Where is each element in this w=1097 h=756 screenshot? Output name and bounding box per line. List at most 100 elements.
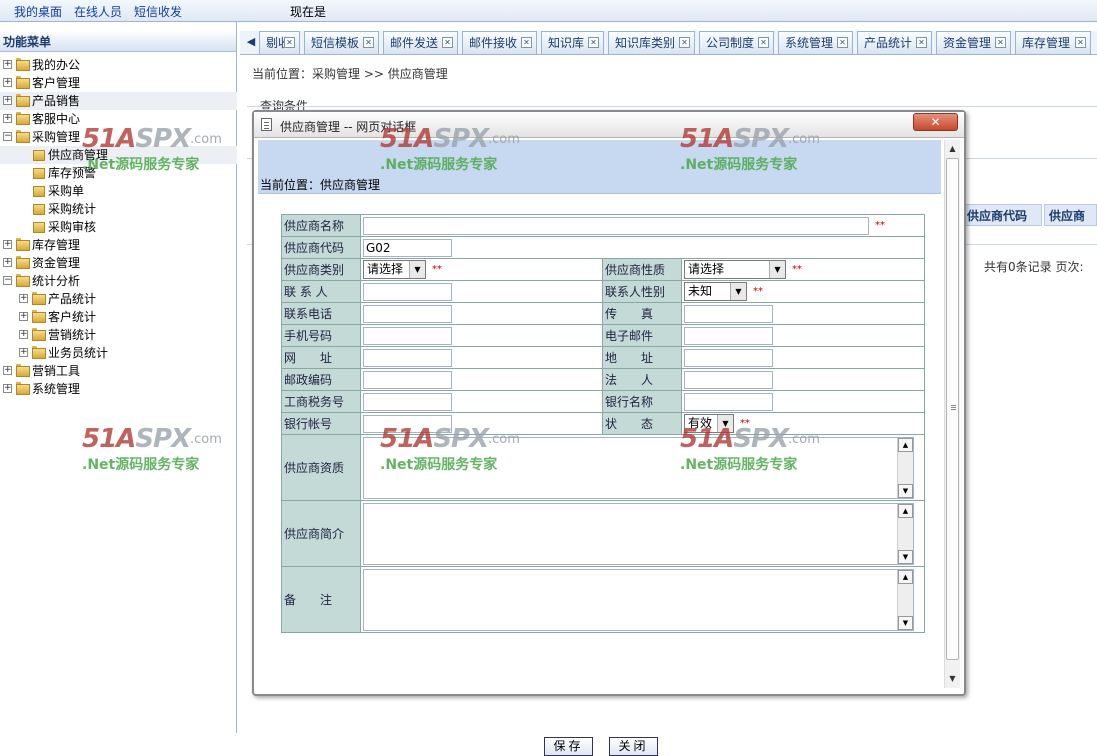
mobile-input[interactable] — [363, 326, 452, 345]
tab-item[interactable]: 剔收 ✕ — [259, 31, 300, 54]
website-input[interactable] — [363, 348, 452, 367]
menu-item-product-stats[interactable]: + 产品统计 — [0, 290, 237, 308]
scroll-thumb[interactable] — [946, 158, 959, 660]
menu-item-salesman-stats[interactable]: + 业务员统计 — [0, 344, 237, 362]
column-header-supplier-name[interactable]: 供应商 — [1044, 204, 1097, 226]
menu-item-marketing-stats[interactable]: + 营销统计 — [0, 326, 237, 344]
menu-item-sales[interactable]: + 产品销售 — [0, 92, 237, 110]
tab-scroll-left-icon[interactable]: ◀ — [243, 33, 259, 51]
scroll-down-icon[interactable]: ▼ — [898, 483, 913, 498]
tax-number-input[interactable] — [363, 392, 452, 411]
menu-item-stock[interactable]: + 库存管理 — [0, 236, 237, 254]
menu-item-purchase-order[interactable]: 采购单 — [0, 182, 237, 200]
supplier-type-select[interactable]: 请选择 ▼ — [363, 260, 426, 279]
dialog-close-icon[interactable]: ✕ — [913, 113, 958, 131]
menu-item-marketing-tools[interactable]: + 营销工具 — [0, 362, 237, 380]
expand-icon[interactable]: + — [19, 330, 28, 339]
expand-icon[interactable]: + — [3, 114, 12, 123]
menu-item-purchase-stats[interactable]: 采购统计 — [0, 200, 237, 218]
tab-close-icon[interactable]: ✕ — [758, 37, 769, 48]
scroll-up-icon[interactable]: ▲ — [945, 142, 960, 156]
dialog-title-bar[interactable]: 供应商管理 -- 网页对话框 ✕ — [254, 112, 964, 138]
menu-item-system[interactable]: + 系统管理 — [0, 380, 237, 398]
qualification-textarea[interactable]: ▲ ▼ — [363, 436, 914, 499]
expand-icon[interactable]: + — [3, 96, 12, 105]
scroll-down-icon[interactable]: ▼ — [898, 549, 913, 564]
scroll-up-icon[interactable]: ▲ — [898, 437, 913, 452]
bank-account-input[interactable] — [363, 414, 452, 433]
tab-close-icon[interactable]: ✕ — [679, 37, 690, 48]
menu-item-customer-stats[interactable]: + 客户统计 — [0, 308, 237, 326]
tab-item[interactable]: 库存管理 ✕ — [1015, 31, 1091, 54]
supplier-code-input[interactable] — [363, 238, 452, 257]
menu-item-purchase-audit[interactable]: 采购审核 — [0, 218, 237, 236]
tab-item[interactable]: 邮件接收 ✕ — [462, 31, 537, 54]
postcode-input[interactable] — [363, 370, 452, 389]
menu-item-stock-alert[interactable]: 库存预警 — [0, 164, 237, 182]
collapse-icon[interactable]: − — [3, 276, 12, 285]
save-button[interactable]: 保存 — [544, 737, 593, 756]
menu-item-service[interactable]: + 客服中心 — [0, 110, 237, 128]
supplier-nature-select[interactable]: 请选择 ▼ — [684, 260, 786, 279]
folder-icon — [33, 204, 45, 215]
tab-close-icon[interactable]: ✕ — [995, 37, 1006, 48]
tab-close-icon[interactable]: ✕ — [1075, 37, 1086, 48]
close-button[interactable]: 关闭 — [609, 737, 658, 756]
intro-textarea[interactable]: ▲ ▼ — [363, 502, 914, 565]
tab-close-icon[interactable]: ✕ — [521, 37, 532, 48]
contact-input[interactable] — [363, 282, 452, 301]
remark-textarea[interactable]: ▲ ▼ — [363, 568, 914, 631]
status-select[interactable]: 有效 ▼ — [684, 414, 734, 433]
tab-close-icon[interactable]: ✕ — [284, 37, 295, 48]
collapse-icon[interactable]: − — [3, 132, 12, 141]
email-input[interactable] — [684, 326, 773, 345]
phone-input[interactable] — [363, 304, 452, 323]
tab-item[interactable]: 产品统计 ✕ — [857, 31, 932, 54]
menu-item-supplier-management[interactable]: 供应商管理 — [0, 146, 237, 164]
tab-item[interactable]: 系统管理 ✕ — [778, 31, 853, 54]
my-desktop-link[interactable]: 我的桌面 — [14, 3, 62, 20]
menu-item-purchase[interactable]: − 采购管理 — [0, 128, 237, 146]
address-input[interactable] — [684, 348, 773, 367]
tab-close-icon[interactable]: ✕ — [837, 37, 848, 48]
tab-item[interactable]: 短信模板 ✕ — [304, 31, 379, 54]
expand-icon[interactable]: + — [3, 384, 12, 393]
tab-item[interactable]: 邮件发送 ✕ — [383, 31, 458, 54]
expand-icon[interactable]: + — [19, 348, 28, 357]
expand-icon[interactable]: + — [3, 78, 12, 87]
tab-close-icon[interactable]: ✕ — [442, 37, 453, 48]
scroll-up-icon[interactable]: ▲ — [898, 503, 913, 518]
menu-item-analysis[interactable]: − 统计分析 — [0, 272, 237, 290]
tab-item[interactable]: 公司制度 ✕ — [699, 31, 774, 54]
tab-item[interactable]: 知识库 ✕ — [541, 31, 604, 54]
menu-item-funds[interactable]: + 资金管理 — [0, 254, 237, 272]
menu-item-my-office[interactable]: + 我的办公 — [0, 56, 237, 74]
legal-person-input[interactable] — [684, 370, 773, 389]
expand-icon[interactable]: + — [19, 312, 28, 321]
expand-icon[interactable]: + — [3, 258, 12, 267]
tab-close-icon[interactable]: ✕ — [363, 37, 374, 48]
menu-item-customer[interactable]: + 客户管理 — [0, 74, 237, 92]
expand-icon[interactable]: + — [3, 366, 12, 375]
scroll-up-icon[interactable]: ▲ — [898, 569, 913, 584]
tab-item[interactable]: 知识库类别 ✕ — [608, 31, 695, 54]
expand-icon[interactable]: + — [19, 294, 28, 303]
supplier-name-input[interactable] — [363, 216, 869, 235]
online-users-link[interactable]: 在线人员 — [74, 3, 122, 20]
scrollbar[interactable]: ▲ ▼ — [897, 503, 913, 564]
fax-input[interactable] — [684, 304, 773, 323]
tab-close-icon[interactable]: ✕ — [588, 37, 599, 48]
scrollbar[interactable]: ▲ ▼ — [897, 569, 913, 630]
dialog-scrollbar[interactable]: ▲ ▼ — [944, 140, 960, 688]
column-header-supplier-code[interactable]: 供应商代码 — [962, 204, 1042, 226]
scroll-down-icon[interactable]: ▼ — [898, 615, 913, 630]
sms-link[interactable]: 短信收发 — [134, 3, 182, 20]
contact-gender-select[interactable]: 未知 ▼ — [684, 282, 747, 301]
expand-icon[interactable]: + — [3, 240, 12, 249]
scrollbar[interactable]: ▲ ▼ — [897, 437, 913, 498]
scroll-down-icon[interactable]: ▼ — [945, 672, 960, 686]
expand-icon[interactable]: + — [3, 60, 12, 69]
tab-close-icon[interactable]: ✕ — [916, 37, 927, 48]
bank-name-input[interactable] — [684, 392, 773, 411]
tab-item[interactable]: 资金管理 ✕ — [936, 31, 1011, 54]
